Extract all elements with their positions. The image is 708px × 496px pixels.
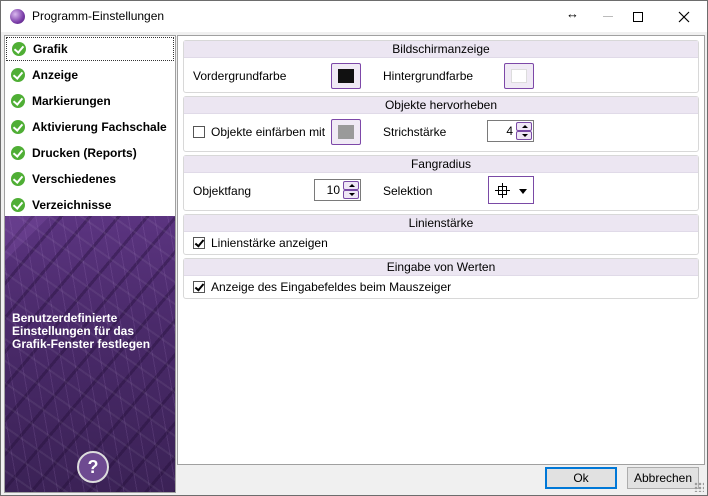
highlight-color-button[interactable] [331, 119, 361, 145]
spin-up-icon[interactable] [516, 122, 532, 131]
title-bar: Programm-Einstellungen ↔ [1, 1, 707, 32]
sidebar-item-label: Anzeige [32, 68, 79, 82]
check-icon [11, 120, 25, 134]
stroke-width-spinner[interactable]: 4 [487, 120, 534, 142]
resize-arrow-icon: ↔ [566, 6, 579, 21]
sidebar-item-aktivierung-fachschale[interactable]: Aktivierung Fachschale [6, 115, 174, 139]
foreground-color-swatch [338, 69, 354, 83]
minimize-icon [603, 16, 613, 17]
close-button[interactable] [661, 1, 707, 32]
maximize-button[interactable] [615, 1, 661, 32]
sidebar-description: Benutzerdefinierte Einstellungen für das… [12, 311, 151, 351]
group-bildschirmanzeige: Bildschirmanzeige Vordergrundfarbe Hinte… [183, 40, 699, 93]
group-title: Bildschirmanzeige [184, 41, 698, 58]
highlight-color-swatch [338, 125, 354, 139]
stroke-width-label: Strichstärke [383, 125, 447, 139]
check-icon [11, 172, 25, 186]
window-title: Programm-Einstellungen [32, 9, 165, 23]
snap-radius-value: 10 [326, 183, 340, 197]
spin-up-icon[interactable] [343, 181, 359, 190]
resize-grip-icon[interactable] [694, 482, 704, 492]
sidebar-item-label: Verzeichnisse [32, 198, 112, 212]
background-color-swatch [511, 69, 527, 83]
show-input-field-checkbox[interactable] [193, 281, 205, 293]
show-line-width-checkbox[interactable] [193, 237, 205, 249]
check-icon [11, 198, 25, 212]
stroke-width-value: 4 [506, 124, 513, 138]
show-input-field-label: Anzeige des Eingabefeldes beim Mauszeige… [211, 280, 452, 294]
check-icon [11, 146, 25, 160]
ok-button[interactable]: Ok [545, 467, 617, 489]
check-icon [12, 42, 26, 56]
sidebar-item-drucken[interactable]: Drucken (Reports) [6, 141, 174, 165]
sidebar-item-verzeichnisse[interactable]: Verzeichnisse [6, 193, 174, 217]
background-color-button[interactable] [504, 63, 534, 89]
sidebar-item-anzeige[interactable]: Anzeige [6, 63, 174, 87]
settings-panel: Bildschirmanzeige Vordergrundfarbe Hinte… [177, 35, 705, 465]
check-icon [11, 68, 25, 82]
sidebar-item-label: Aktivierung Fachschale [32, 120, 167, 134]
sidebar-item-label: Grafik [33, 42, 68, 56]
snap-radius-spinner[interactable]: 10 [314, 179, 361, 201]
colorize-checkbox[interactable] [193, 126, 205, 138]
sidebar-item-label: Markierungen [32, 94, 111, 108]
sidebar-item-grafik[interactable]: Grafik [6, 37, 174, 61]
group-title: Fangradius [184, 156, 698, 173]
group-title: Objekte hervorheben [184, 97, 698, 114]
show-line-width-label: Linienstärke anzeigen [211, 236, 328, 250]
group-objekte-hervorheben: Objekte hervorheben Objekte einfärben mi… [183, 96, 699, 152]
group-title: Eingabe von Werten [184, 259, 698, 276]
settings-window: Programm-Einstellungen ↔ Grafik Anzeige … [0, 0, 708, 496]
sidebar-item-label: Verschiedenes [32, 172, 117, 186]
foreground-color-button[interactable] [331, 63, 361, 89]
chevron-down-icon [519, 189, 527, 194]
sidebar-item-label: Drucken (Reports) [32, 146, 137, 160]
sidebar: Grafik Anzeige Markierungen Aktivierung … [4, 35, 176, 493]
selection-cursor-dropdown[interactable] [488, 176, 534, 204]
help-button[interactable]: ? [77, 451, 109, 483]
sidebar-decorative-image: Benutzerdefinierte Einstellungen für das… [5, 216, 175, 492]
snap-label: Objektfang [193, 184, 252, 198]
selection-label: Selektion [383, 184, 433, 198]
group-title: Linienstärke [184, 215, 698, 232]
sidebar-item-markierungen[interactable]: Markierungen [6, 89, 174, 113]
check-icon [11, 94, 25, 108]
background-color-label: Hintergrundfarbe [383, 69, 474, 83]
app-icon [10, 9, 25, 24]
maximize-icon [633, 11, 643, 22]
cancel-button[interactable]: Abbrechen [627, 467, 699, 489]
group-fangradius: Fangradius Objektfang 10 Selektion [183, 155, 699, 211]
foreground-color-label: Vordergrundfarbe [193, 69, 287, 83]
group-eingabe-von-werten: Eingabe von Werten Anzeige des Eingabefe… [183, 258, 699, 299]
sidebar-item-verschiedenes[interactable]: Verschiedenes [6, 167, 174, 191]
nav-list: Grafik Anzeige Markierungen Aktivierung … [5, 36, 175, 216]
spin-down-icon[interactable] [516, 131, 532, 140]
spin-down-icon[interactable] [343, 190, 359, 199]
close-icon [678, 11, 690, 22]
group-linienstaerke: Linienstärke Linienstärke anzeigen [183, 214, 699, 255]
colorize-label: Objekte einfärben mit [211, 125, 326, 139]
